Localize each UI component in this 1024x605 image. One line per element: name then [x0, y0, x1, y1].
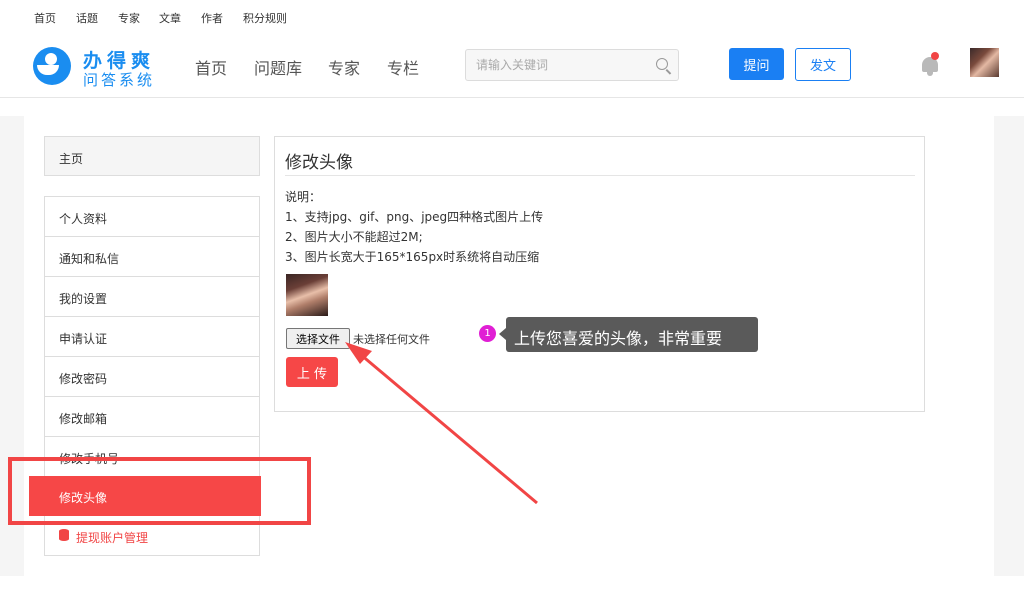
- logo-subtitle: 问答系统: [83, 71, 156, 89]
- avatar-upload-card: 修改头像 说明： 1、支持jpg、gif、png、jpeg四种格式图片上传 2、…: [274, 136, 925, 412]
- topnav-experts[interactable]: 专家: [118, 10, 140, 26]
- sidebar-item-email[interactable]: 修改邮箱: [45, 397, 259, 437]
- sidebar-item-password[interactable]: 修改密码: [45, 357, 259, 397]
- file-status-text: 未选择任何文件: [353, 333, 430, 346]
- topnav-topics[interactable]: 话题: [76, 10, 98, 26]
- hint-text: 上传您喜爱的头像，非常重要: [514, 329, 723, 348]
- page-title: 修改头像: [285, 153, 353, 173]
- topnav-home[interactable]: 首页: [34, 10, 56, 26]
- ask-question-button[interactable]: 提问: [729, 48, 784, 80]
- desc-heading: 说明：: [285, 190, 322, 204]
- sidebar-item-profile[interactable]: 个人资料: [45, 197, 259, 237]
- notification-dot: [931, 52, 939, 60]
- highlight-box: [8, 457, 311, 525]
- sidebar-item-label: 通知和私信: [59, 252, 120, 266]
- desc-line-1: 1、支持jpg、gif、png、jpeg四种格式图片上传: [285, 210, 544, 224]
- desc-line-2: 2、图片大小不能超过2M;: [285, 230, 423, 244]
- current-avatar-image: [286, 274, 328, 316]
- nav-experts[interactable]: 专家: [328, 55, 360, 79]
- bell-icon[interactable]: [919, 52, 941, 76]
- step-badge: 1: [479, 325, 496, 342]
- search-input[interactable]: [466, 50, 646, 80]
- logo-icon[interactable]: [33, 47, 71, 85]
- sidebar-home-label: 主页: [59, 152, 84, 166]
- nav-home[interactable]: 首页: [195, 55, 227, 79]
- nav-columns[interactable]: 专栏: [387, 55, 419, 79]
- sidebar-item-label: 我的设置: [59, 292, 108, 306]
- sidebar-item-label: 修改邮箱: [59, 412, 108, 426]
- hint-tooltip: 上传您喜爱的头像，非常重要: [499, 317, 758, 352]
- sidebar-item-verification[interactable]: 申请认证: [45, 317, 259, 357]
- sidebar-item-label: 申请认证: [59, 332, 108, 346]
- top-mini-nav: 首页 话题 专家 文章 作者 积分规则: [0, 0, 1024, 34]
- sidebar-item-label: 个人资料: [59, 212, 108, 226]
- sidebar-item-label: 修改密码: [59, 372, 108, 386]
- search-icon[interactable]: [656, 58, 668, 70]
- choose-file-button[interactable]: 选择文件: [286, 328, 350, 349]
- post-article-button[interactable]: 发文: [795, 48, 851, 81]
- search-box: [465, 49, 679, 81]
- sidebar-item-settings[interactable]: 我的设置: [45, 277, 259, 317]
- topnav-articles[interactable]: 文章: [159, 10, 181, 26]
- main-header: 办得爽 问答系统 首页 问题库 专家 专栏 提问 发文: [0, 34, 1024, 98]
- sidebar-item-label: 提现账户管理: [76, 531, 149, 545]
- upload-button[interactable]: 上 传: [286, 357, 338, 387]
- desc-line-3: 3、图片长宽大于165*165px时系统将自动压缩: [285, 250, 540, 264]
- sidebar-item-notifications[interactable]: 通知和私信: [45, 237, 259, 277]
- database-icon: [59, 529, 69, 541]
- sidebar-home[interactable]: 主页: [44, 136, 260, 176]
- nav-question-bank[interactable]: 问题库: [254, 55, 302, 79]
- divider: [285, 175, 915, 176]
- user-avatar[interactable]: [970, 48, 999, 77]
- topnav-authors[interactable]: 作者: [201, 10, 223, 26]
- topnav-points-rules[interactable]: 积分规则: [243, 10, 287, 26]
